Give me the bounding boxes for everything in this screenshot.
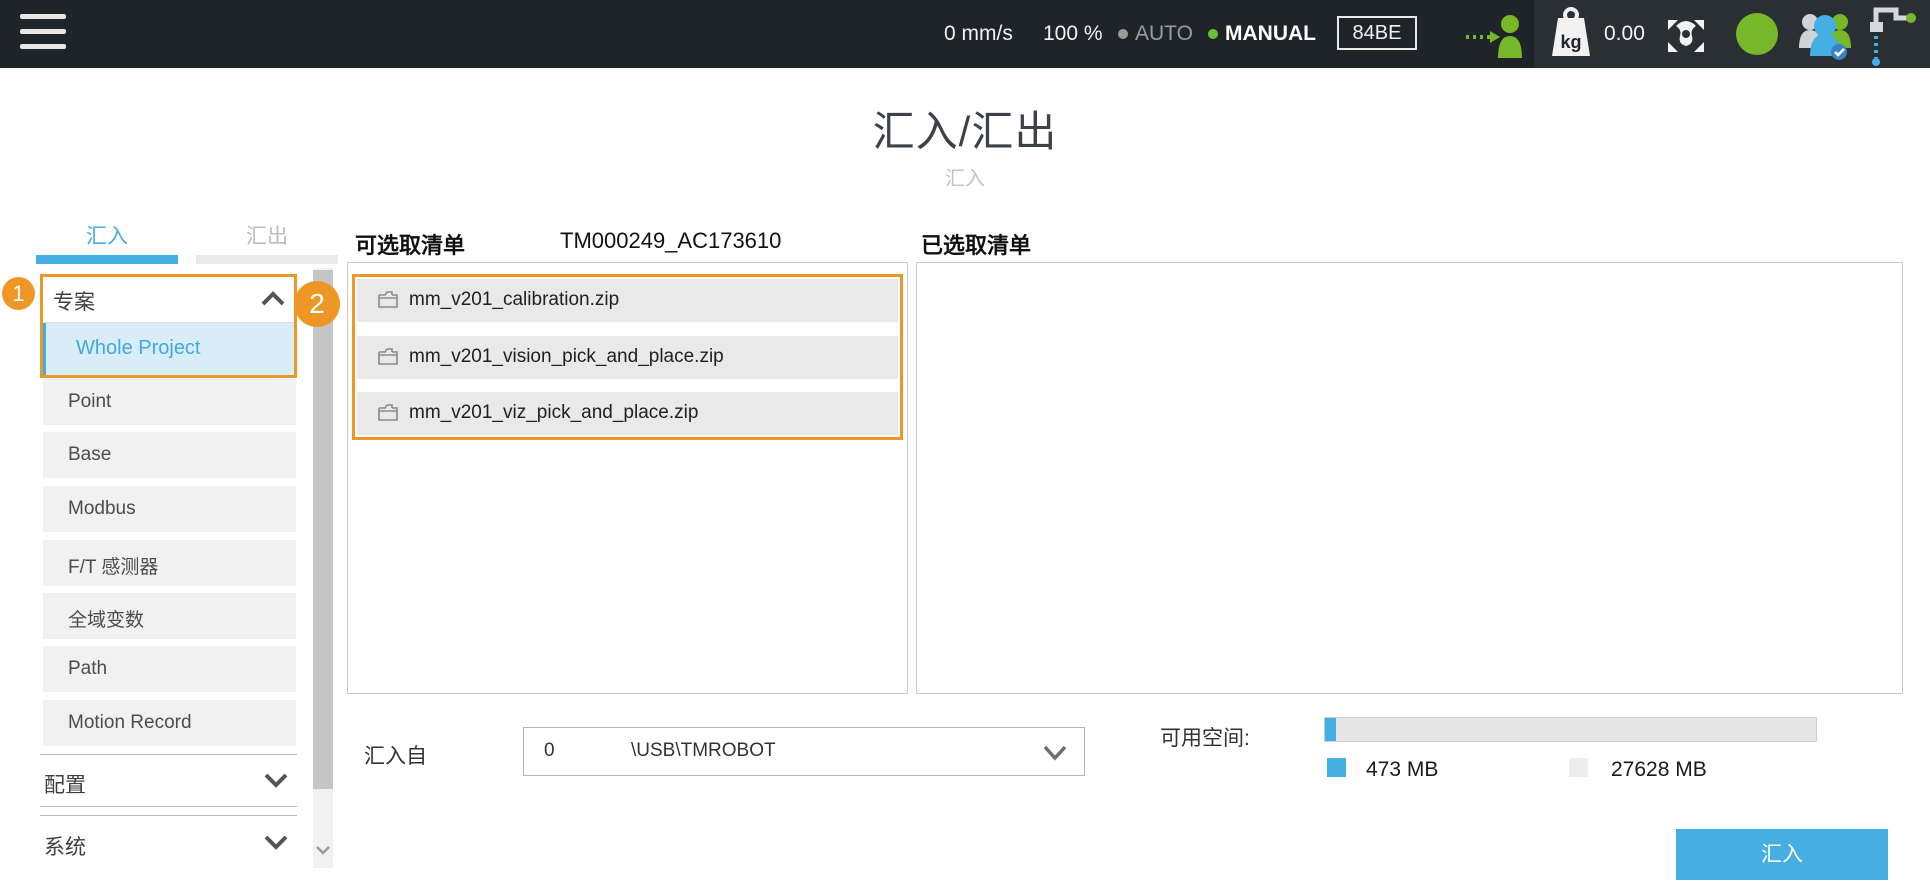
hamburger-bar bbox=[20, 14, 66, 19]
mode-manual-indicator: MANUAL bbox=[1208, 0, 1316, 68]
tab-import-label: 汇入 bbox=[86, 225, 128, 248]
sidebar-item-label: Point bbox=[68, 391, 111, 413]
import-button[interactable]: 汇入 bbox=[1676, 829, 1888, 880]
drive-path: \USB\TMROBOT bbox=[631, 740, 776, 762]
drive-index: 0 bbox=[544, 740, 555, 762]
hamburger-bar bbox=[20, 29, 66, 34]
payload-value: 0.00 bbox=[1604, 0, 1645, 68]
import-source-dropdown[interactable]: 0 \USB\TMROBOT bbox=[523, 727, 1085, 776]
auto-mode-label: AUTO bbox=[1135, 0, 1193, 68]
sidebar-item-label: Path bbox=[68, 658, 107, 680]
file-name: mm_v201_vision_pick_and_place.zip bbox=[409, 346, 724, 368]
file-name: mm_v201_calibration.zip bbox=[409, 289, 619, 311]
sidebar-item-label: 全域变数 bbox=[68, 605, 144, 632]
tab-export-underline bbox=[196, 255, 338, 264]
sidebar-item-base[interactable]: Base bbox=[43, 432, 296, 478]
sidebar-item-modbus[interactable]: Modbus bbox=[43, 486, 296, 532]
sidebar-scrollbar-thumb[interactable] bbox=[313, 270, 333, 789]
tab-export-label: 汇出 bbox=[246, 225, 288, 248]
scrollbar-chevron-down-icon[interactable] bbox=[313, 840, 333, 860]
available-space-label: 可用空间: bbox=[1160, 722, 1250, 752]
connection-status-icon[interactable] bbox=[1462, 0, 1526, 68]
step-badge-1: 1 bbox=[2, 277, 35, 310]
manual-mode-label: MANUAL bbox=[1225, 0, 1316, 68]
divider bbox=[40, 754, 297, 755]
file-name: mm_v201_viz_pick_and_place.zip bbox=[409, 402, 698, 424]
used-space-value: 473 MB bbox=[1366, 758, 1438, 782]
system-section-label: 系统 bbox=[44, 831, 86, 861]
chevron-up-icon bbox=[260, 289, 286, 314]
used-space-legend-swatch bbox=[1327, 758, 1346, 777]
sidebar-item-label: F/T 感测器 bbox=[68, 552, 158, 579]
mode-auto-indicator: AUTO bbox=[1118, 0, 1193, 68]
payload-kg-icon[interactable]: kg bbox=[1550, 0, 1592, 68]
top-status-bar: 0 mm/s 100 % AUTO MANUAL 84BE kg bbox=[0, 0, 1930, 68]
folder-icon bbox=[377, 403, 399, 427]
step-badge-2: 2 bbox=[294, 281, 340, 327]
import-from-label: 汇入自 bbox=[364, 740, 427, 770]
divider bbox=[40, 806, 297, 807]
config-section-label: 配置 bbox=[44, 769, 86, 799]
free-space-legend-swatch bbox=[1569, 758, 1588, 777]
page-title: 汇入/汇出 bbox=[0, 98, 1930, 159]
project-accordion-group: 专案 Whole Project bbox=[40, 274, 297, 378]
file-row-viz-pick-and-place[interactable]: mm_v201_viz_pick_and_place.zip bbox=[357, 392, 898, 435]
divider bbox=[40, 815, 297, 816]
accordion-project-label: 专案 bbox=[53, 286, 95, 316]
tab-import-underline bbox=[36, 255, 178, 264]
folder-icon bbox=[377, 347, 399, 371]
available-list-header: 可选取清单 bbox=[355, 228, 465, 260]
robot-arm-icon[interactable] bbox=[1862, 0, 1922, 68]
accordion-header-project[interactable]: 专案 bbox=[43, 277, 294, 323]
auto-mode-dot bbox=[1118, 29, 1128, 39]
sidebar-item-global-variables[interactable]: 全域变数 bbox=[43, 593, 296, 639]
accordion-header-config[interactable]: 配置 bbox=[40, 756, 297, 806]
selected-list-header: 已选取清单 bbox=[921, 228, 1031, 260]
hamburger-bar bbox=[20, 44, 66, 49]
chevron-down-icon bbox=[263, 770, 289, 795]
sidebar-item-path[interactable]: Path bbox=[43, 646, 296, 692]
sidebar-item-label: Base bbox=[68, 444, 111, 466]
robot-id-badge: 84BE bbox=[1337, 16, 1417, 50]
page-subtitle: 汇入 bbox=[0, 162, 1930, 191]
sidebar-item-label: Modbus bbox=[68, 498, 136, 520]
import-export-screen: 0 mm/s 100 % AUTO MANUAL 84BE kg bbox=[0, 0, 1930, 890]
selected-files-panel bbox=[916, 262, 1903, 694]
vision-focus-icon[interactable] bbox=[1662, 0, 1710, 68]
speed-percentage: 100 % bbox=[1043, 0, 1103, 68]
disk-space-used-fill bbox=[1325, 718, 1336, 741]
sidebar-item-whole-project[interactable]: Whole Project bbox=[43, 323, 294, 375]
svg-text:kg: kg bbox=[1560, 32, 1581, 52]
chevron-down-icon bbox=[263, 832, 289, 857]
source-robot-name: TM000249_AC173610 bbox=[560, 228, 781, 254]
status-circle-icon[interactable] bbox=[1735, 0, 1779, 68]
manual-mode-dot bbox=[1208, 29, 1218, 39]
sidebar-item-motion-record[interactable]: Motion Record bbox=[43, 700, 296, 746]
sidebar-item-label: Motion Record bbox=[68, 712, 192, 734]
accordion-header-system[interactable]: 系统 bbox=[40, 818, 297, 868]
sidebar-item-point[interactable]: Point bbox=[43, 379, 296, 425]
dropdown-chevron-down-icon bbox=[1040, 740, 1070, 769]
folder-icon bbox=[377, 290, 399, 314]
sidebar-item-ft-sensor[interactable]: F/T 感测器 bbox=[43, 540, 296, 586]
available-files-highlight-group: mm_v201_calibration.zip mm_v201_vision_p… bbox=[352, 274, 903, 440]
users-group-icon[interactable] bbox=[1796, 0, 1854, 68]
tab-export[interactable]: 汇出 bbox=[196, 222, 338, 264]
whole-project-label: Whole Project bbox=[76, 337, 201, 360]
speed-readout: 0 mm/s bbox=[944, 0, 1013, 68]
file-row-calibration[interactable]: mm_v201_calibration.zip bbox=[357, 279, 898, 322]
sidebar-scrollbar[interactable] bbox=[313, 268, 333, 868]
file-row-vision-pick-and-place[interactable]: mm_v201_vision_pick_and_place.zip bbox=[357, 336, 898, 379]
tab-import[interactable]: 汇入 bbox=[36, 222, 178, 264]
free-space-value: 27628 MB bbox=[1611, 758, 1707, 782]
disk-space-progress-bar bbox=[1324, 717, 1817, 742]
menu-hamburger-button[interactable] bbox=[20, 11, 68, 55]
